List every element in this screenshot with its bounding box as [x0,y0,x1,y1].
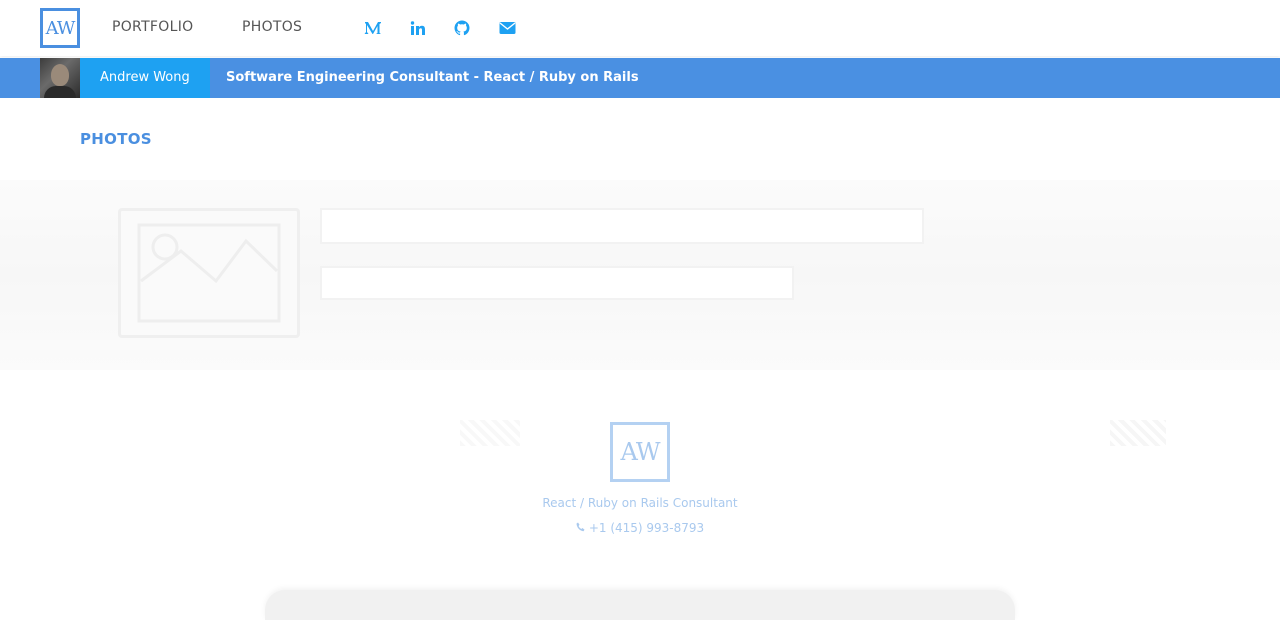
text-placeholder-line [320,208,924,244]
banner-title: Software Engineering Consultant - React … [226,70,639,85]
footer-phone[interactable]: +1 (415) 993-8793 [0,521,1280,535]
email-icon[interactable] [498,20,516,36]
linkedin-icon[interactable] [409,20,427,36]
top-navbar: AW PORTFOLIO PHOTOS [0,0,1280,56]
page-title: PHOTOS [80,130,152,148]
phone-icon [576,521,585,535]
site-logo[interactable]: AW [40,8,80,48]
nav-link-portfolio[interactable]: PORTFOLIO [112,19,193,35]
avatar [40,58,80,98]
nav-link-photos[interactable]: PHOTOS [242,19,302,35]
github-icon[interactable] [453,20,471,36]
medium-icon[interactable] [364,20,382,36]
image-placeholder-icon [118,208,300,338]
text-placeholder-line [320,266,794,300]
footer-logo[interactable]: AW [610,422,670,482]
footer-tagline: React / Ruby on Rails Consultant [542,496,738,510]
footer-phone-number: +1 (415) 993-8793 [588,521,705,535]
bottom-bar [265,590,1015,620]
profile-banner: Andrew Wong Software Engineering Consult… [0,58,1280,98]
decorative-pattern [460,420,520,446]
decorative-pattern [1110,420,1166,446]
banner-name: Andrew Wong [100,70,190,85]
